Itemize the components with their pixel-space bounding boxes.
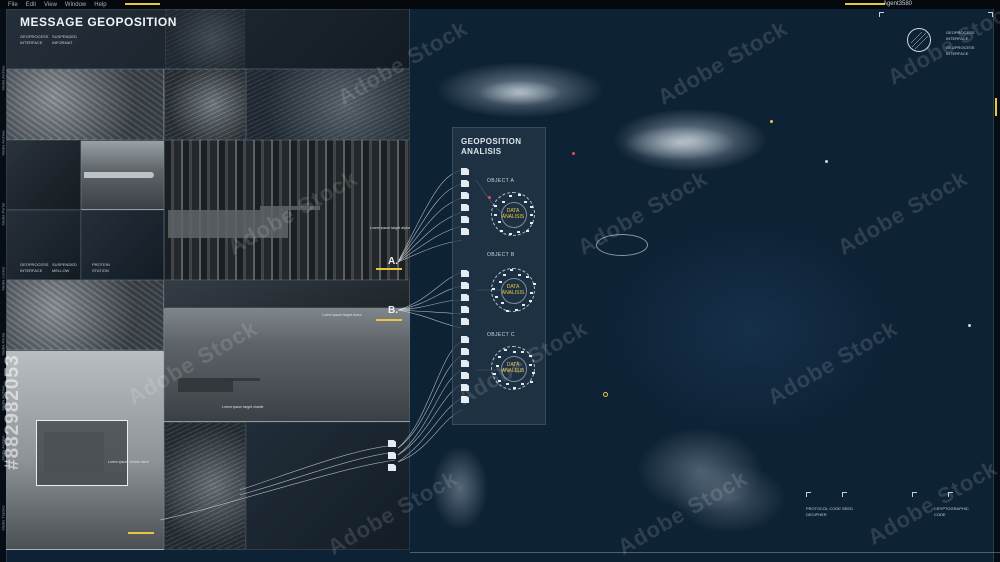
ring-particle (530, 222, 534, 225)
map-marker[interactable] (488, 196, 491, 199)
ring-label: ANALISIS (501, 214, 525, 220)
ring-particle (520, 383, 524, 386)
map-marker[interactable] (825, 160, 828, 163)
ring-particle (518, 273, 522, 276)
ring-particle (499, 230, 503, 233)
ring-particle (526, 230, 530, 233)
corner-mark (806, 492, 811, 497)
ring-particle (532, 282, 536, 285)
ring-particle (523, 200, 527, 203)
ring-particle (529, 380, 533, 383)
bottom-label: DECIPHER (806, 512, 827, 517)
document-icon[interactable] (461, 360, 469, 367)
ring-particle (522, 304, 526, 307)
ring-particle (497, 356, 501, 359)
document-icon[interactable] (461, 336, 469, 343)
ring-particle (497, 221, 501, 224)
document-icon[interactable] (461, 294, 469, 301)
ring-particle (510, 269, 514, 272)
ring-particle (516, 230, 520, 233)
document-icon[interactable] (461, 318, 469, 325)
ring-particle (498, 281, 502, 284)
document-icon[interactable] (461, 192, 469, 199)
document-icon[interactable] (461, 216, 469, 223)
ring-particle (530, 214, 533, 216)
document-icon[interactable] (461, 204, 469, 211)
ring-particle (529, 299, 533, 302)
doc-icons-b (461, 270, 471, 330)
document-icon[interactable] (461, 372, 469, 379)
ring-particle (508, 195, 512, 198)
document-icon[interactable] (461, 180, 469, 187)
corner-mark (842, 492, 847, 497)
document-icon[interactable] (461, 168, 469, 175)
corner-mark (879, 12, 884, 17)
ring-particle (492, 287, 496, 290)
document-icon[interactable] (461, 306, 469, 313)
document-icon[interactable] (461, 282, 469, 289)
data-analysis-ring[interactable]: DATA ANALISIS (491, 268, 536, 312)
ring-particle (503, 349, 507, 352)
bottom-label: PROTOCOL CODE SEED (806, 506, 853, 511)
ring-particle (529, 291, 533, 294)
bottom-divider (410, 552, 1000, 553)
document-icon[interactable] (461, 348, 469, 355)
map-marker[interactable] (770, 120, 773, 123)
ring-particle (517, 193, 521, 196)
ring-particle (506, 309, 510, 312)
document-icon[interactable] (461, 228, 469, 235)
object-label: OBJECT A (487, 178, 515, 184)
ring-particle (530, 205, 534, 208)
ring-particle (513, 386, 517, 389)
ring-particle (515, 308, 519, 311)
ring-particle (494, 214, 497, 216)
ring-particle (502, 200, 506, 203)
panel-title: GEOPOSITION ANALISIS (461, 137, 522, 156)
map-marker[interactable] (572, 152, 575, 155)
object-label: OBJECT C (487, 332, 515, 338)
object-label: OBJECT B (487, 252, 515, 258)
doc-icons-a (461, 168, 471, 240)
ring-particle (526, 276, 530, 279)
ring-particle (501, 302, 505, 305)
ring-label: ANALISIS (501, 290, 525, 296)
map-marker[interactable] (603, 392, 608, 397)
data-analysis-ring[interactable]: DATA ANALISIS (491, 192, 535, 236)
map-marker[interactable] (968, 324, 971, 327)
ring-particle (495, 296, 499, 299)
ring-particle (508, 232, 512, 235)
ring-particle (494, 204, 498, 207)
ring-particle (502, 274, 506, 276)
document-icon[interactable] (461, 270, 469, 277)
